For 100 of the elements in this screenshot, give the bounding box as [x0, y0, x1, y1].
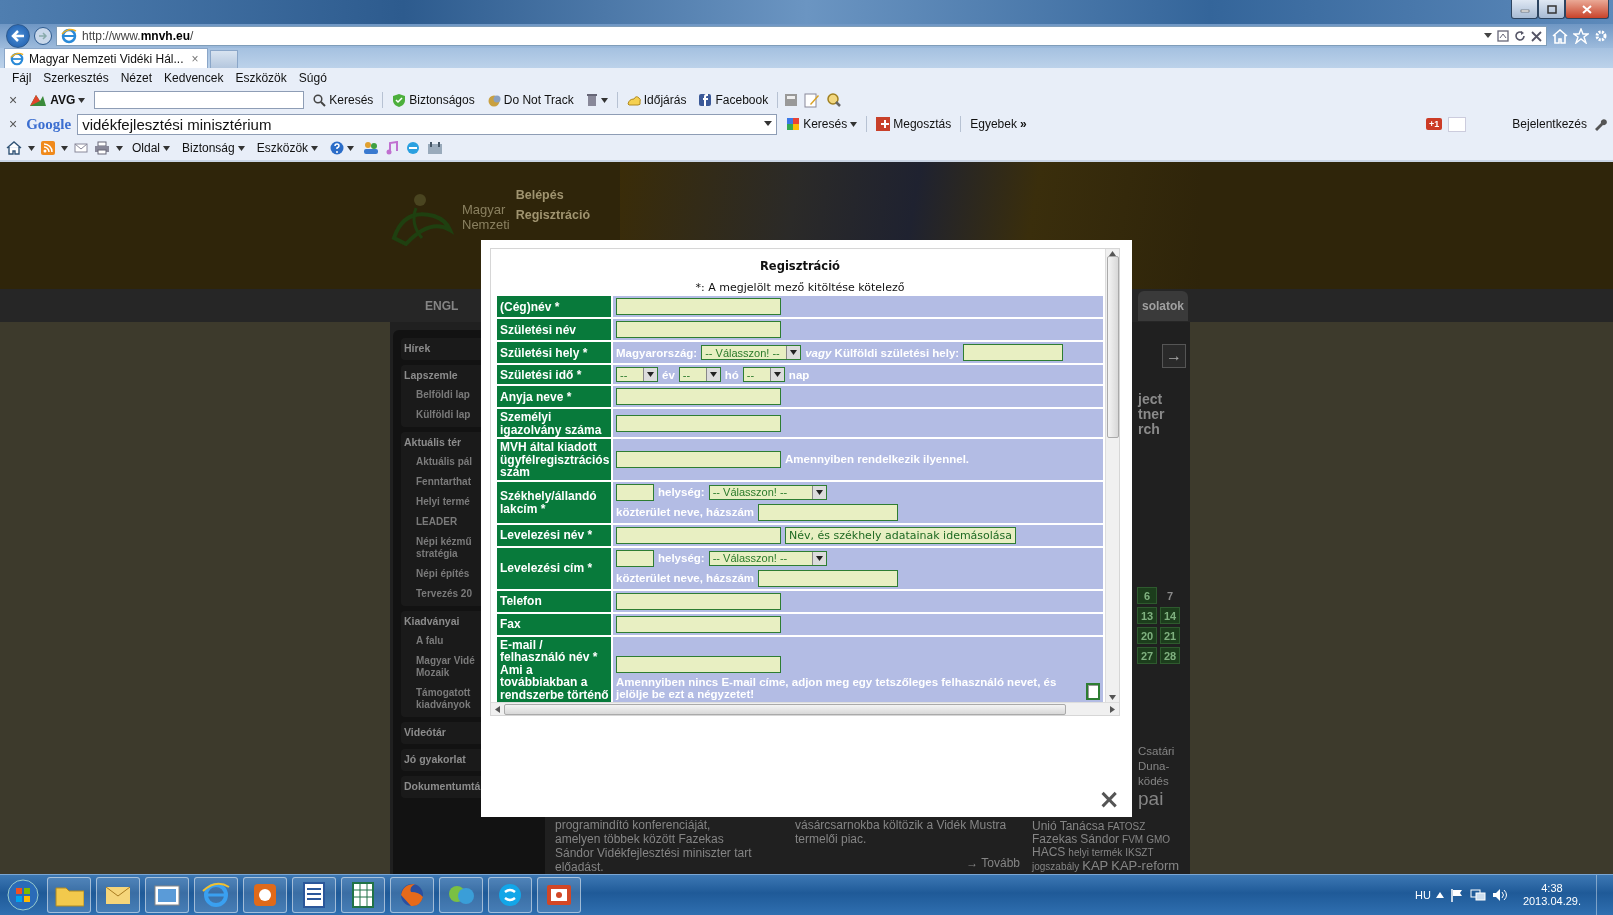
calendar-day[interactable]: 13 — [1137, 607, 1157, 624]
wrench-icon[interactable] — [1593, 117, 1607, 131]
taskbar-app[interactable] — [145, 877, 189, 913]
sidebar-heading[interactable]: Videótár — [404, 726, 446, 738]
nav-link[interactable]: ENGL — [390, 298, 459, 313]
sidebar-heading[interactable]: Dokumentumtá — [404, 780, 481, 792]
checkbox[interactable] — [1085, 683, 1100, 700]
text-field[interactable] — [616, 321, 781, 338]
toolbar-button[interactable]: Biztonságos — [389, 92, 478, 108]
calendar-day[interactable]: 7 — [1160, 587, 1180, 604]
dropdown[interactable]: -- — [742, 367, 785, 382]
toolbar-button[interactable]: Időjárás — [623, 92, 690, 108]
dropdown-caret-icon[interactable] — [61, 145, 68, 151]
minimize-button[interactable] — [1511, 0, 1538, 19]
sidebar-link[interactable]: Helyi termé — [416, 496, 470, 508]
share-button[interactable]: Megosztás — [873, 116, 955, 132]
horizontal-scrollbar[interactable] — [491, 702, 1119, 715]
calendar-day[interactable]: 21 — [1160, 627, 1180, 644]
dropdown-caret-icon[interactable] — [28, 145, 35, 151]
search-button[interactable]: Keresés — [310, 92, 377, 108]
tag-link[interactable]: FATOSZ — [1107, 820, 1146, 833]
menu-item[interactable]: Kedvencek — [158, 71, 230, 85]
calendar-day[interactable]: 20 — [1137, 627, 1157, 644]
sidebar-link[interactable]: Népi építés — [416, 568, 470, 580]
sidebar-heading[interactable]: Jó gyakorlat — [404, 753, 466, 765]
taskbar-app[interactable] — [439, 877, 483, 913]
sidebar-link[interactable]: Külföldi lap — [416, 409, 471, 421]
text-field[interactable] — [616, 298, 781, 315]
tab-close-button[interactable]: × — [188, 51, 202, 66]
command-menu[interactable]: Biztonság — [179, 140, 248, 156]
back-button[interactable] — [6, 24, 30, 48]
dropdown-caret-icon[interactable] — [347, 145, 355, 151]
search-button[interactable]: Keresés — [783, 116, 861, 132]
music-note-icon[interactable] — [385, 141, 400, 155]
calendar-day[interactable]: 6 — [1137, 587, 1157, 604]
text-field[interactable] — [616, 656, 781, 673]
tag-link[interactable]: IKSZT — [1125, 846, 1154, 859]
toolbar-close-button[interactable]: × — [6, 116, 21, 132]
forward-button[interactable] — [34, 27, 52, 45]
show-hidden-icon[interactable] — [1435, 892, 1444, 898]
page-icon[interactable] — [1497, 30, 1509, 42]
nav-tab[interactable]: solatok — [1138, 290, 1188, 321]
close-button[interactable] — [1565, 0, 1609, 19]
dropdown-caret-icon[interactable] — [600, 97, 608, 103]
dropdown-caret-icon[interactable] — [78, 97, 86, 103]
refresh-icon[interactable] — [1514, 30, 1526, 42]
tag-link[interactable]: Tanácsa — [1059, 820, 1105, 833]
home-icon[interactable] — [6, 141, 22, 155]
tag-link[interactable]: HACS — [1032, 846, 1066, 859]
tag-link[interactable]: Unió — [1032, 820, 1057, 833]
mail-icon[interactable] — [74, 142, 88, 154]
settings-icon[interactable] — [1593, 28, 1607, 44]
header-link[interactable]: Belépés — [515, 188, 591, 202]
menu-item[interactable]: Eszközök — [229, 71, 293, 85]
sidebar-link[interactable]: Magyar Vidé Mozaik — [416, 655, 484, 679]
magnifier-icon[interactable] — [826, 92, 843, 108]
taskbar-app[interactable] — [341, 877, 385, 913]
text-field[interactable] — [616, 549, 654, 567]
people-icon[interactable] — [363, 141, 380, 155]
more-link[interactable]: → Tovább — [966, 856, 1020, 870]
dropdown[interactable]: -- — [616, 367, 658, 382]
sidebar-link[interactable]: Fenntarthat — [416, 476, 471, 488]
text-field[interactable] — [616, 483, 654, 501]
plus-one-button[interactable]: +1 — [1426, 118, 1443, 130]
maximize-button[interactable] — [1538, 0, 1565, 19]
dropdown-caret-icon[interactable] — [1484, 33, 1492, 39]
tag-link[interactable]: pai — [1138, 789, 1186, 809]
sidebar-link[interactable]: Tervezés 20 — [416, 588, 472, 600]
text-field[interactable] — [616, 526, 781, 544]
search-field[interactable] — [94, 91, 305, 109]
taskbar-app[interactable] — [243, 877, 287, 913]
command-menu[interactable]: Oldal — [129, 140, 173, 156]
tag-link[interactable]: Fazekas — [1032, 833, 1078, 846]
taskbar-app[interactable] — [537, 877, 581, 913]
taskbar-clock[interactable]: 4:38 2013.04.29. — [1522, 882, 1581, 908]
taskbar-app[interactable] — [96, 877, 140, 913]
dropdown-caret-icon[interactable] — [116, 145, 123, 151]
sidebar-link[interactable]: LEADER — [416, 516, 458, 528]
tag-link[interactable]: KAP-reform — [1111, 859, 1180, 872]
speaker-icon[interactable] — [1491, 888, 1508, 902]
toolbar-button[interactable]: Facebook — [695, 92, 772, 108]
star-icon[interactable] — [1573, 28, 1589, 44]
command-menu[interactable]: Eszközök — [253, 140, 322, 156]
sidebar-heading[interactable]: Aktuális tér — [404, 436, 462, 448]
calculator-icon[interactable] — [784, 93, 799, 107]
menu-item[interactable]: Fájl — [6, 71, 38, 85]
search-field[interactable]: vidékfejlesztési minisztérium — [77, 113, 778, 135]
dropdown[interactable]: -- — [678, 367, 721, 382]
copy-data-button[interactable]: Név, és székhely adatainak idemásolása — [785, 526, 1017, 544]
text-field[interactable] — [616, 615, 781, 633]
more-button[interactable]: Egyebek » — [967, 116, 1030, 132]
close-button[interactable]: × — [1098, 787, 1120, 811]
tag-link[interactable]: FVM — [1122, 833, 1144, 846]
sidebar-link[interactable]: Támogatott kiadványok — [416, 687, 484, 711]
sidebar-link[interactable]: Aktuális pál — [416, 456, 473, 468]
stop-icon[interactable] — [1531, 30, 1542, 42]
dropdown-caret-icon[interactable] — [237, 145, 245, 151]
sidebar-heading[interactable]: Kiadványai — [404, 615, 460, 627]
feed-icon[interactable] — [41, 141, 55, 155]
text-field[interactable] — [616, 388, 781, 405]
